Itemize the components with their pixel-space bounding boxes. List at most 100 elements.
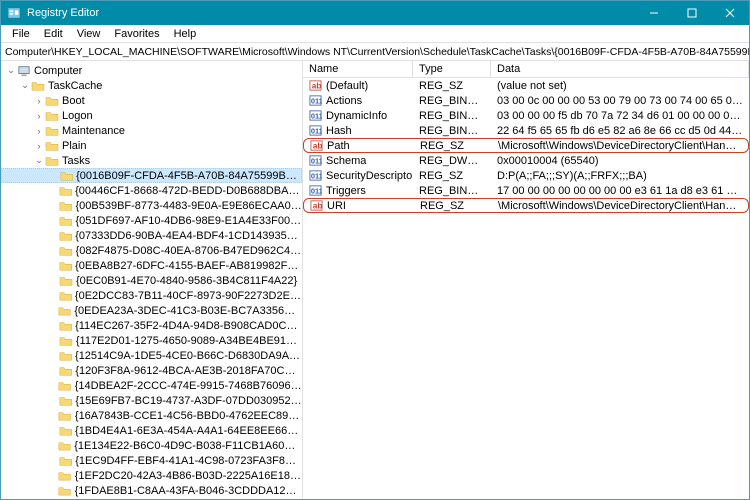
minimize-button[interactable] xyxy=(635,1,673,25)
folder-icon xyxy=(59,395,73,407)
list-header: Name Type Data xyxy=(303,61,749,78)
value-row[interactable]: abURIREG_SZ\Microsoft\Windows\DeviceDire… xyxy=(303,198,749,213)
value-type: REG_BINARY xyxy=(413,95,491,107)
folder-icon xyxy=(59,200,73,212)
tree-guid-item[interactable]: {0E2DCC83-7B11-40CF-8973-90F2273D2E317} xyxy=(1,288,302,303)
folder-icon xyxy=(59,215,73,227)
tree-item[interactable]: ›Logon xyxy=(1,108,302,123)
tree-tasks[interactable]: ⌄ Tasks xyxy=(1,153,302,168)
col-data[interactable]: Data xyxy=(491,61,749,77)
folder-icon xyxy=(45,140,59,152)
chevron-right-icon[interactable]: › xyxy=(33,96,45,106)
tree-item[interactable]: ›Maintenance xyxy=(1,123,302,138)
chevron-right-icon[interactable]: › xyxy=(33,141,45,151)
folder-icon xyxy=(59,365,73,377)
folder-icon xyxy=(45,95,59,107)
maximize-button[interactable] xyxy=(673,1,711,25)
value-name: Hash xyxy=(326,125,352,137)
tree-guid-item[interactable]: {082F4875-D08C-40EA-8706-B47ED962C446} xyxy=(1,243,302,258)
menu-view[interactable]: View xyxy=(70,28,108,40)
chevron-down-icon[interactable]: ⌄ xyxy=(5,65,17,76)
folder-icon xyxy=(59,290,72,302)
col-name[interactable]: Name xyxy=(303,61,413,77)
binary-value-icon: 011 xyxy=(309,154,322,167)
tree-guid-item[interactable]: {00446CF1-8668-472D-BEDD-D0B688DBA009} xyxy=(1,183,302,198)
tree-pane[interactable]: ⌄ Computer ⌄ TaskCache ›Boot›Logon›Maint… xyxy=(1,61,303,499)
folder-icon xyxy=(59,230,73,242)
value-row[interactable]: ab(Default)REG_SZ(value not set) xyxy=(303,78,749,93)
tree-guid-item[interactable]: {12514C9A-1DE5-4CE0-B66C-D6830DA9A169} xyxy=(1,348,302,363)
tree-guid-item[interactable]: {0EBA8B27-6DFC-4155-BAEF-AB819982FF92} xyxy=(1,258,302,273)
binary-value-icon: 011 xyxy=(309,184,322,197)
tree-guid-item[interactable]: {1EC9D4FF-EBF4-41A1-4C98-0723FA3F871D} xyxy=(1,453,302,468)
computer-icon xyxy=(17,65,31,77)
values-pane[interactable]: Name Type Data ab(Default)REG_SZ(value n… xyxy=(303,61,749,499)
value-name: Schema xyxy=(326,155,366,167)
menu-help[interactable]: Help xyxy=(167,28,204,40)
chevron-down-icon[interactable]: ⌄ xyxy=(19,80,31,91)
folder-icon xyxy=(60,170,74,182)
svg-text:011: 011 xyxy=(311,156,322,165)
col-type[interactable]: Type xyxy=(413,61,491,77)
tree-guid-item[interactable]: {00B539BF-8773-4483-9E0A-E9E86ECAA086} xyxy=(1,198,302,213)
folder-icon xyxy=(59,335,73,347)
folder-icon xyxy=(59,320,73,332)
content-area: ⌄ Computer ⌄ TaskCache ›Boot›Logon›Maint… xyxy=(1,61,749,499)
tree-guid-item[interactable]: {15E69FB7-BC19-4737-A3DF-07DD0309529A} xyxy=(1,393,302,408)
value-data: (value not set) xyxy=(491,80,749,92)
folder-icon xyxy=(58,410,71,422)
tree-root[interactable]: ⌄ Computer xyxy=(1,63,302,78)
folder-icon xyxy=(59,185,73,197)
value-row[interactable]: 011TriggersREG_BINARY17 00 00 00 00 00 0… xyxy=(303,183,749,198)
close-button[interactable] xyxy=(711,1,749,25)
value-type: REG_BINARY xyxy=(413,185,491,197)
menu-edit[interactable]: Edit xyxy=(37,28,70,40)
value-name: Path xyxy=(327,140,350,152)
menu-favorites[interactable]: Favorites xyxy=(107,28,166,40)
binary-value-icon: 011 xyxy=(309,94,322,107)
value-row[interactable]: 011HashREG_BINARY22 64 f5 65 65 fb d6 e5… xyxy=(303,123,749,138)
folder-icon xyxy=(58,470,71,482)
chevron-right-icon[interactable]: › xyxy=(33,111,45,121)
value-row[interactable]: 011DynamicInfoREG_BINARY03 00 00 00 f5 d… xyxy=(303,108,749,123)
string-value-icon: ab xyxy=(309,79,322,92)
app-icon xyxy=(7,6,21,20)
tree-guid-item[interactable]: {14DBEA2F-2CCC-474E-9915-7468B760966B4} xyxy=(1,378,302,393)
svg-text:011: 011 xyxy=(311,171,322,180)
chevron-right-icon[interactable]: › xyxy=(33,126,45,136)
tree-guid-item[interactable]: {0EC0B91-4E70-4840-9586-3B4C811F4A22} xyxy=(1,273,302,288)
tree-item[interactable]: ›Boot xyxy=(1,93,302,108)
menu-file[interactable]: File xyxy=(5,28,37,40)
value-row[interactable]: abPathREG_SZ\Microsoft\Windows\DeviceDir… xyxy=(303,138,749,153)
tree-guid-item[interactable]: {051DF697-AF10-4DB6-98E9-E1A4E33F00F7} xyxy=(1,213,302,228)
binary-value-icon: 011 xyxy=(309,169,322,182)
folder-icon xyxy=(45,155,59,167)
chevron-down-icon[interactable]: ⌄ xyxy=(33,155,45,166)
tree-guid-item[interactable]: {07333DD6-90BA-4EA4-BDF4-1CD1439358F2} xyxy=(1,228,302,243)
tree-item[interactable]: ›Plain xyxy=(1,138,302,153)
tree-guid-item[interactable]: {1EF2DC20-42A3-4B86-B03D-2225A16E18BF8} xyxy=(1,468,302,483)
tree-guid-item[interactable]: {20546668-8F7B-41B2-8429-17E6F4F537F96} xyxy=(1,498,302,499)
tree-guid-item[interactable]: {117E2D01-1275-4650-9089-A34BE4BE91A3} xyxy=(1,333,302,348)
tree-taskcache[interactable]: ⌄ TaskCache xyxy=(1,78,302,93)
tree-guid-item[interactable]: {114EC267-35F2-4D4A-94D8-B908CAD0C0D1} xyxy=(1,318,302,333)
value-row[interactable]: 011SecurityDescriptorREG_SZD:P(A;;FA;;;S… xyxy=(303,168,749,183)
folder-icon xyxy=(31,80,45,92)
window-frame: Registry Editor File Edit View Favorites… xyxy=(0,0,750,500)
tree-guid-item[interactable]: {1E134E22-B6C0-4D9C-B038-F11CB1A60DFCD} xyxy=(1,438,302,453)
value-type: REG_SZ xyxy=(414,200,492,212)
tree-guid-item[interactable]: {1BD4E4A1-6E3A-454A-A4A1-64EE8EE66D91} xyxy=(1,423,302,438)
address-bar[interactable]: Computer\HKEY_LOCAL_MACHINE\SOFTWARE\Mic… xyxy=(1,43,749,61)
value-type: REG_SZ xyxy=(414,140,492,152)
folder-icon xyxy=(59,275,73,287)
tree-guid-item[interactable]: {0EDEA23A-3DEC-41C3-B03E-BC7A3356D0BC} xyxy=(1,303,302,318)
value-name: SecurityDescriptor xyxy=(326,170,413,182)
value-row[interactable]: 011SchemaREG_DWORD0x00010004 (65540) xyxy=(303,153,749,168)
value-row[interactable]: 011ActionsREG_BINARY03 00 0c 00 00 00 53… xyxy=(303,93,749,108)
tree-guid-item[interactable]: {120F3F8A-9612-4BCA-AE3B-2018FA70CA73} xyxy=(1,363,302,378)
tree-guid-item[interactable]: {1FDAE8B1-C8AA-43FA-B046-3CDDDA12661E} xyxy=(1,483,302,498)
folder-icon xyxy=(58,380,71,392)
folder-icon xyxy=(58,440,71,452)
tree-guid-item[interactable]: {16A7843B-CCE1-4C56-BBD0-4762EEC893C3} xyxy=(1,408,302,423)
tree-selected-guid[interactable]: {0016B09F-CFDA-4F5B-A70B-84A75599B89B} xyxy=(1,168,302,183)
